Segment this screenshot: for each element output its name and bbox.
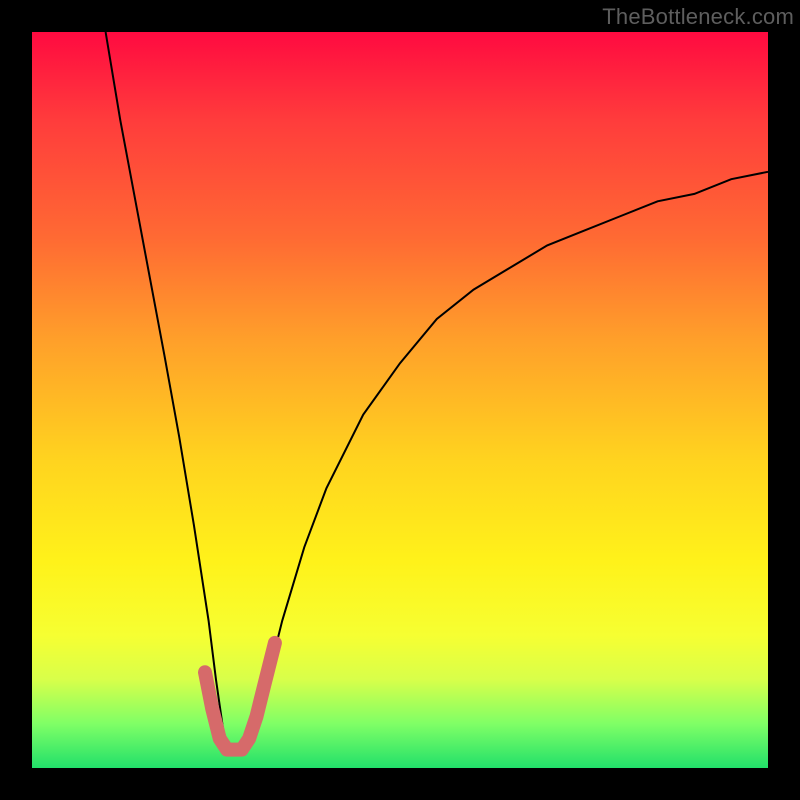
chart-svg — [32, 32, 768, 768]
chart-frame: TheBottleneck.com — [0, 0, 800, 800]
attribution-text: TheBottleneck.com — [602, 4, 794, 30]
curve-line — [106, 32, 768, 753]
highlight-line — [205, 643, 275, 750]
